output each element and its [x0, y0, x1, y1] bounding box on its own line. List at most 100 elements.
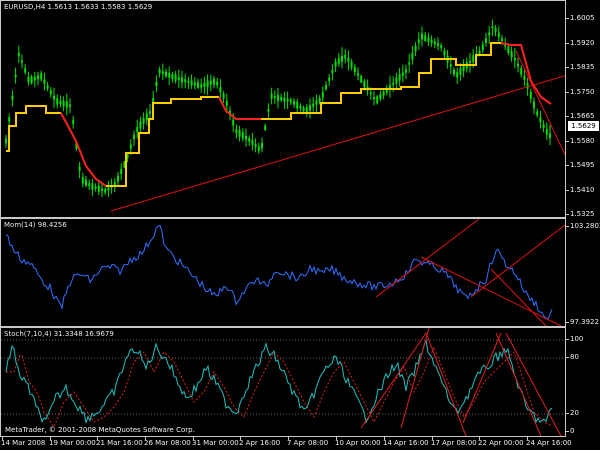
price-y-tick: [566, 116, 569, 117]
candle-body: [459, 68, 462, 75]
candle-body: [117, 175, 119, 182]
kijun-line: [106, 96, 219, 187]
momentum-y-top-label: 103.2802: [570, 222, 600, 230]
candle-body: [491, 26, 494, 29]
stoch-trendline: [495, 332, 542, 436]
candle-body: [334, 61, 337, 67]
momentum-y-tick: [566, 226, 569, 227]
price-y-tick: [566, 189, 569, 191]
candle-body: [129, 144, 132, 149]
price-chart-canvas[interactable]: [1, 1, 565, 217]
candle-body: [341, 55, 343, 62]
candle-body: [72, 120, 75, 125]
candle-body: [405, 69, 407, 73]
price-chart-pane[interactable]: EURUSD,H4 1.5613 1.5633 1.5583 1.5629: [0, 0, 566, 218]
candle-body: [21, 60, 23, 63]
candle-body: [155, 81, 158, 87]
candle-body: [24, 68, 27, 73]
candle-body: [542, 124, 545, 128]
candle-body: [376, 96, 379, 104]
candle-body: [520, 68, 523, 75]
candle-body: [30, 76, 33, 84]
momentum-indicator-pane[interactable]: Mom(14) 98.4256: [0, 218, 566, 327]
price-pane-label: EURUSD,H4 1.5613 1.5633 1.5583 1.5629: [4, 3, 153, 11]
candle-body: [424, 35, 427, 42]
candle-body: [417, 39, 420, 43]
candle-body: [241, 132, 244, 139]
candle-body: [152, 98, 155, 102]
candle-body: [168, 72, 171, 78]
candle-body: [293, 101, 295, 105]
candle-body: [53, 95, 55, 100]
candle-body: [549, 133, 551, 138]
kijun-line: [218, 96, 261, 120]
candle-body: [49, 90, 52, 95]
candle-body: [209, 80, 212, 85]
candle-body: [427, 37, 430, 42]
candle-body: [299, 105, 302, 109]
candle-body: [46, 85, 49, 89]
stoch-y-tick: [566, 339, 569, 340]
stoch-trendline: [400, 328, 430, 429]
candle-body: [414, 45, 417, 52]
candle-body: [296, 101, 299, 109]
candle-body: [267, 109, 270, 112]
candle-body: [369, 92, 372, 95]
candle-body: [145, 113, 148, 121]
candle-body: [286, 98, 289, 102]
candle-body: [101, 188, 103, 191]
candle-body: [526, 83, 529, 89]
stoch-trendline: [505, 332, 562, 436]
support-trendline: [110, 75, 565, 212]
x-axis-label: 7 Apr 08:00: [287, 439, 329, 447]
candle-body: [478, 50, 481, 54]
candle-body: [136, 127, 139, 132]
candle-body: [328, 77, 331, 82]
candle-body: [433, 41, 436, 45]
candle-body: [357, 73, 359, 76]
candle-body: [216, 81, 219, 86]
stoch-main-line: [5, 339, 553, 424]
candle-body: [360, 75, 363, 83]
candle-body: [213, 78, 215, 85]
candle-body: [104, 188, 107, 193]
candle-body: [5, 138, 7, 144]
x-axis-label: 14 Mar 2008: [1, 439, 46, 447]
x-axis-label: 21 Mar 16:00: [96, 439, 143, 447]
price-y-label: 1.5920: [570, 38, 595, 47]
candle-body: [56, 98, 59, 105]
candle-body: [165, 71, 167, 77]
candle-body: [17, 52, 20, 56]
candle-body: [248, 137, 251, 142]
candle-body: [337, 58, 340, 64]
candle-body: [315, 100, 318, 105]
stoch-signal-line: [6, 345, 553, 429]
price-y-label: 1.5580: [570, 136, 595, 145]
stoch-y-tick: [566, 431, 569, 432]
candle-body: [158, 69, 161, 74]
candle-body: [139, 121, 142, 129]
stochastic-indicator-pane[interactable]: Stoch(7,10,4) 31.3348 16.9679 MetaTrader…: [0, 327, 566, 437]
candle-body: [517, 63, 519, 67]
candle-body: [513, 57, 516, 61]
candle-body: [325, 84, 327, 90]
candle-body: [373, 97, 375, 100]
momentum-canvas[interactable]: [1, 219, 565, 326]
candle-body: [264, 125, 267, 131]
candle-body: [283, 97, 286, 102]
stoch-y-tick: [566, 357, 569, 358]
candle-body: [97, 185, 100, 192]
momentum-y-tick: [566, 322, 569, 323]
candle-body: [91, 183, 94, 190]
candle-body: [40, 73, 43, 80]
candle-body: [181, 77, 183, 83]
candle-body: [347, 57, 350, 62]
candle-body: [280, 96, 283, 101]
candle-body: [161, 71, 164, 74]
x-axis-label: 26 Mar 08:00: [144, 439, 191, 447]
candle-body: [245, 135, 247, 140]
stochastic-canvas[interactable]: [1, 328, 565, 436]
candle-body: [536, 111, 539, 116]
price-y-tick: [566, 91, 569, 93]
candle-body: [497, 32, 500, 38]
